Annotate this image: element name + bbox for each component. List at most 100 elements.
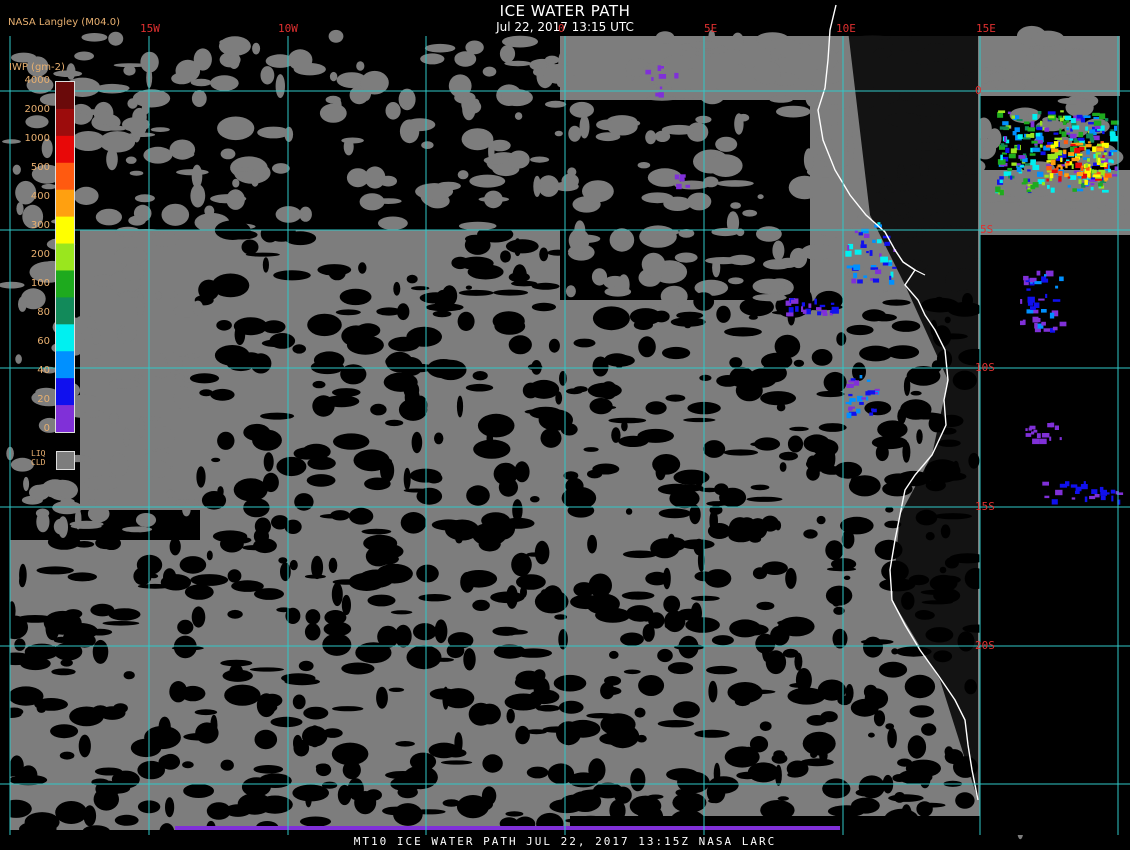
ice-cloud-pixel xyxy=(1005,147,1010,153)
cloud-patch xyxy=(341,662,375,675)
cloud-patch xyxy=(398,398,428,421)
cloud-patch xyxy=(623,669,641,675)
cloud-patch xyxy=(859,345,893,362)
cloud-patch xyxy=(252,42,261,55)
cloud-patch xyxy=(789,426,809,432)
ice-cloud-pixel xyxy=(1099,113,1106,120)
cloud-patch xyxy=(885,723,895,730)
cloud-patch xyxy=(846,324,874,336)
cloud-patch xyxy=(634,707,646,718)
cloud-patch xyxy=(312,380,326,389)
ice-cloud-pixel xyxy=(801,306,804,312)
cloud-patch xyxy=(109,412,119,425)
ice-cloud-pixel xyxy=(866,251,869,254)
cloud-patch xyxy=(836,332,847,346)
cloud-patch xyxy=(868,732,875,738)
cloud-patch xyxy=(173,386,194,410)
ice-cloud-pixel xyxy=(1075,142,1084,146)
cloud-patch xyxy=(539,247,549,262)
map-title: ICE WATER PATH xyxy=(499,2,631,20)
ice-cloud-pixel xyxy=(888,279,895,285)
cloud-patch xyxy=(456,395,464,418)
ice-cloud-pixel xyxy=(1083,115,1091,118)
ice-cloud-pixel xyxy=(1087,158,1090,162)
ice-cloud-pixel xyxy=(1034,322,1038,329)
cloud-patch xyxy=(873,710,886,727)
cloud-patch xyxy=(655,464,666,481)
cloud-patch xyxy=(663,196,692,211)
cloud-patch xyxy=(293,447,320,460)
cloud-patch xyxy=(569,791,602,812)
cloud-patch xyxy=(662,346,691,360)
ice-cloud-pixel xyxy=(848,407,853,411)
cloud-patch xyxy=(433,657,454,662)
cloud-patch xyxy=(339,288,372,306)
cloud-patch xyxy=(463,99,482,114)
ice-cloud-pixel xyxy=(1027,127,1035,132)
cloud-patch xyxy=(406,274,418,284)
cloud-patch xyxy=(708,154,743,178)
cloud-patch xyxy=(67,572,98,582)
cloud-patch xyxy=(415,183,454,200)
colorbar-segment xyxy=(56,351,74,379)
ice-cloud-pixel xyxy=(1059,276,1064,282)
ice-cloud-pixel xyxy=(1080,484,1088,490)
cloud-patch xyxy=(280,562,291,582)
cloud-patch xyxy=(691,595,720,602)
ice-cloud-pixel xyxy=(1058,150,1063,156)
cloud-patch xyxy=(806,715,828,726)
cloud-patch xyxy=(729,357,743,369)
colorbar-tick-label: 2000 xyxy=(24,104,50,115)
ice-cloud-pixel xyxy=(870,267,879,270)
cloud-patch xyxy=(538,409,573,431)
cloud-patch xyxy=(501,89,533,107)
cloud-patch xyxy=(785,567,797,589)
ice-cloud-pixel xyxy=(1087,141,1091,144)
cloud-patch xyxy=(128,215,146,226)
cloud-patch xyxy=(275,74,285,99)
cloud-patch xyxy=(898,769,933,785)
ice-cloud-pixel xyxy=(1063,140,1068,145)
colorbar-segment xyxy=(56,189,74,218)
cloud-patch xyxy=(582,180,614,203)
lat-label-0: 0 xyxy=(975,84,982,97)
cloud-patch xyxy=(45,616,60,641)
cloud-patch xyxy=(514,112,523,120)
cloud-patch xyxy=(458,289,494,296)
cloud-patch xyxy=(724,327,762,337)
cloud-patch xyxy=(989,72,1006,81)
cloud-patch xyxy=(424,43,456,53)
ice-cloud-pixel xyxy=(871,408,874,412)
cloud-patch xyxy=(637,428,674,443)
cloud-patch xyxy=(194,709,218,716)
cloud-patch xyxy=(858,775,885,799)
cloud-patch xyxy=(779,462,787,472)
ice-cloud-pixel xyxy=(1058,176,1062,182)
ice-cloud-pixel xyxy=(999,179,1003,184)
cloud-patch xyxy=(36,566,74,575)
cloud-patch xyxy=(140,51,159,73)
ice-cloud-pixel xyxy=(1049,173,1054,179)
ice-cloud-pixel xyxy=(1108,168,1111,173)
ice-cloud-pixel xyxy=(884,241,891,246)
ice-cloud-pixel xyxy=(1041,321,1046,326)
ice-cloud-pixel xyxy=(1034,328,1041,333)
cloud-patch xyxy=(579,115,590,139)
cloud-patch xyxy=(196,466,206,488)
colorbar-tick-label: 1000 xyxy=(24,133,50,144)
cloud-patch xyxy=(516,574,546,590)
cloud-patch xyxy=(684,323,691,329)
cloud-patch xyxy=(1057,97,1089,105)
ice-cloud-pixel xyxy=(1017,144,1020,150)
ice-cloud-pixel xyxy=(1003,171,1012,177)
cloud-patch xyxy=(152,233,179,247)
cloud-patch xyxy=(488,139,495,163)
cloud-patch xyxy=(1,615,28,640)
cloud-patch xyxy=(526,766,549,779)
ice-cloud-pixel xyxy=(1074,147,1080,154)
liq-label: LIQ xyxy=(31,449,46,458)
cloud-patch xyxy=(416,564,439,583)
cloud-patch xyxy=(609,228,635,252)
cloud-patch xyxy=(490,591,525,604)
ice-cloud-pixel xyxy=(1047,115,1055,119)
